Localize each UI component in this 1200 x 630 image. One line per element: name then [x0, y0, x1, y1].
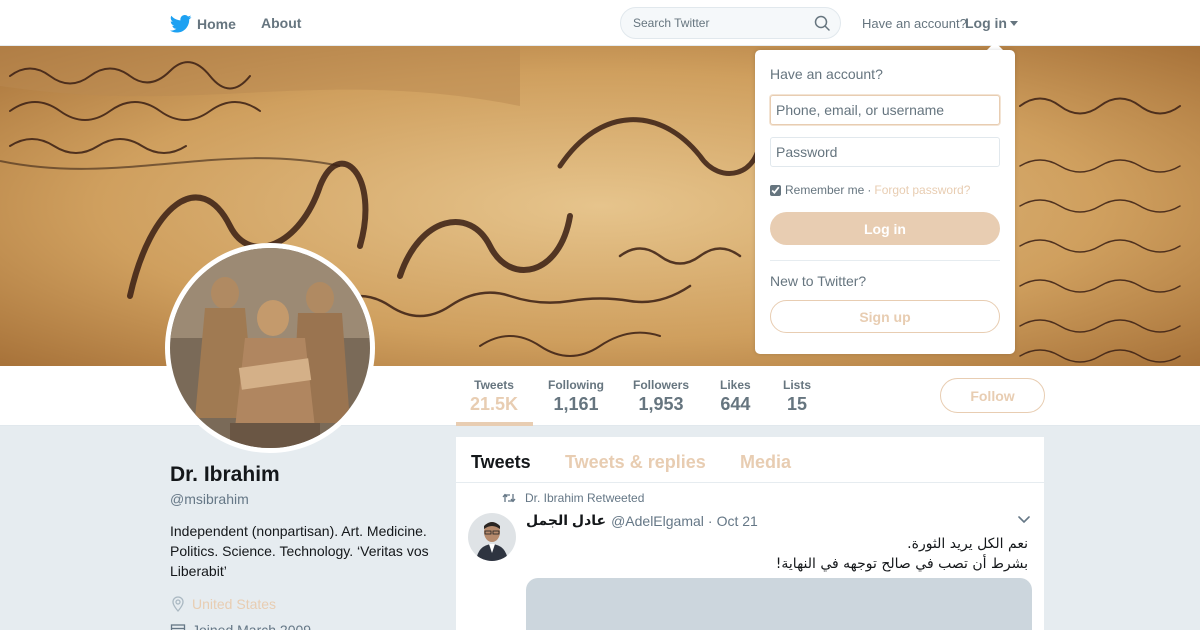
profile-name: Dr. Ibrahim [170, 463, 280, 486]
follow-button[interactable]: Follow [940, 378, 1045, 413]
retweet-icon [502, 493, 516, 503]
tweet-author-name[interactable]: عادل الجمل [526, 512, 606, 529]
stat-likes[interactable]: Likes 644 [720, 378, 751, 415]
stat-followers-value: 1,953 [638, 394, 684, 414]
signup-button[interactable]: Sign up [770, 300, 1000, 333]
login-dropdown-toggle[interactable]: Log in [965, 15, 1018, 31]
retweet-context: Dr. Ibrahim Retweeted [502, 491, 644, 505]
tweet-author-avatar[interactable] [468, 513, 516, 561]
timeline-tabs: Tweets Tweets & replies Media [456, 437, 1044, 483]
dropdown-title: Have an account? [770, 66, 883, 82]
new-to-twitter-text: New to Twitter? [770, 273, 867, 289]
stat-lists-label: Lists [783, 378, 812, 392]
search-input[interactable] [633, 8, 808, 38]
password-input[interactable] [770, 137, 1000, 167]
tweet-date[interactable]: Oct 21 [717, 513, 758, 529]
profile-location: United States [170, 596, 276, 612]
stat-followers-label: Followers [633, 378, 690, 392]
profile-joined-text: Joined March 2009 [192, 622, 312, 630]
tweet-avatar-image [468, 513, 516, 561]
profile-joined: Joined March 2009 [170, 622, 311, 630]
nav-about-link[interactable]: About [261, 15, 301, 31]
stat-following-label: Following [548, 378, 604, 392]
profile-bio: Independent (nonpartisan). Art. Medicine… [170, 523, 429, 579]
tab-tweets-replies[interactable]: Tweets & replies [565, 452, 706, 473]
tweet-text-line-2: بشرط أن تصب في صالح توجهه في النهاية! [775, 556, 1028, 572]
dropdown-divider [770, 260, 1000, 261]
stat-following-value: 1,161 [553, 394, 599, 414]
tweet-author-username[interactable]: @AdelElgamal [611, 513, 704, 529]
stat-tweets-value: 21.5K [470, 394, 519, 414]
stat-lists[interactable]: Lists 15 [783, 378, 811, 415]
caret-down-icon [1010, 20, 1018, 26]
calendar-icon [170, 624, 186, 630]
location-pin-icon [172, 596, 184, 612]
remember-me-label[interactable]: Remember me [785, 183, 864, 197]
forgot-password-link[interactable]: Forgot password? [874, 183, 970, 197]
twitter-bird-icon [170, 15, 192, 33]
login-link-label: Log in [965, 15, 1007, 31]
tweet-text-line-1: نعم الكل يريد الثورة. [907, 536, 1028, 552]
nav-home-link[interactable]: Home [170, 15, 236, 33]
tab-media[interactable]: Media [740, 452, 791, 473]
tweet-text: نعم الكل يريد الثورة. بشرط أن تصب في صال… [528, 534, 1028, 574]
stat-following[interactable]: Following 1,161 [548, 378, 604, 415]
dropdown-caret [987, 42, 1003, 50]
nav-about-label: About [261, 15, 302, 31]
retweet-context-text[interactable]: Dr. Ibrahim Retweeted [525, 491, 644, 505]
tab-tweets[interactable]: Tweets [471, 452, 531, 473]
tweet-header: عادل الجمل @AdelElgamal · Oct 21 [526, 512, 758, 529]
remember-me-checkbox[interactable] [770, 184, 781, 196]
remember-separator: · [867, 183, 872, 197]
profile-handle: @msibrahim [170, 491, 249, 507]
login-dropdown: Have an account? Remember me · Forgot pa… [755, 50, 1015, 354]
active-stat-underline [456, 422, 533, 426]
chevron-down-icon[interactable] [1018, 516, 1030, 524]
have-account-text: Have an account? [862, 16, 967, 31]
remember-row: Remember me · Forgot password? [770, 183, 970, 197]
stat-tweets[interactable]: Tweets 21.5K [470, 378, 518, 415]
username-input[interactable] [770, 95, 1000, 125]
stat-likes-label: Likes [720, 378, 751, 392]
profile-avatar[interactable] [165, 243, 375, 453]
tweet-separator: · [707, 512, 713, 529]
login-submit-button[interactable]: Log in [770, 212, 1000, 245]
avatar-image [170, 248, 370, 448]
tweet[interactable]: Dr. Ibrahim Retweeted عادل الجمل @AdelEl… [456, 483, 1044, 630]
top-navigation: Home About Have an account? Log in [0, 0, 1200, 46]
stat-lists-value: 15 [786, 394, 808, 414]
search-box [620, 7, 841, 39]
stat-tweets-label: Tweets [474, 378, 514, 392]
nav-home-label: Home [197, 16, 236, 32]
tweet-media[interactable] [526, 578, 1032, 630]
profile-location-text[interactable]: United States [192, 596, 276, 612]
stat-followers[interactable]: Followers 1,953 [633, 378, 689, 415]
search-icon[interactable] [814, 15, 830, 31]
timeline: Tweets Tweets & replies Media Dr. Ibrahi… [456, 437, 1044, 630]
stat-likes-value: 644 [720, 394, 751, 414]
